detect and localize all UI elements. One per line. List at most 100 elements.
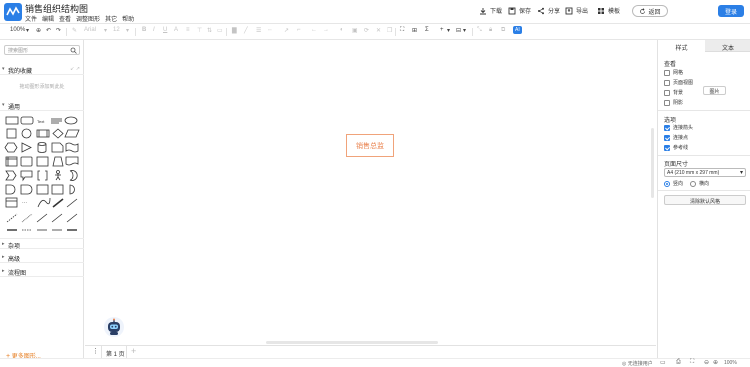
share-button[interactable]: 分享 bbox=[537, 6, 560, 15]
zoom-level[interactable]: 100% bbox=[724, 360, 737, 366]
connector-icon[interactable]: ↗ bbox=[284, 27, 289, 34]
lock-icon[interactable]: 🔒︎ bbox=[489, 27, 492, 34]
formula-button[interactable]: Σ bbox=[425, 27, 429, 33]
shape-hexagon[interactable] bbox=[4, 142, 18, 153]
search-icon[interactable] bbox=[70, 47, 77, 54]
zoom-select[interactable]: 100% bbox=[10, 27, 25, 33]
flowchart-section-header[interactable]: ▸ 流程图 bbox=[0, 266, 84, 277]
duplicate-icon[interactable]: ❐ bbox=[387, 27, 392, 34]
zoom-out-icon[interactable]: ⊖ bbox=[704, 359, 709, 366]
shape-search-input[interactable]: 搜索图形 bbox=[4, 45, 80, 55]
shape-rounded-rectangle[interactable] bbox=[20, 116, 34, 125]
text-position-icon[interactable]: ⊤ bbox=[197, 27, 202, 34]
menu-help[interactable]: 帮助 bbox=[122, 14, 134, 23]
line-width-icon[interactable]: ☰ bbox=[256, 27, 261, 34]
download-button[interactable]: 下载 bbox=[479, 6, 502, 15]
shadow-checkbox[interactable]: 阴影 bbox=[664, 99, 683, 106]
line-end-icon[interactable]: → bbox=[323, 27, 329, 33]
shape-crescent[interactable] bbox=[69, 170, 78, 181]
shape-actor[interactable] bbox=[55, 170, 61, 181]
radio-portrait[interactable] bbox=[664, 180, 670, 187]
shape-circle[interactable] bbox=[21, 128, 32, 139]
shape-ellipse[interactable] bbox=[64, 116, 78, 125]
misc-section-header[interactable]: ▸ 杂项 bbox=[0, 238, 84, 250]
table-dropdown-icon[interactable]: ▾ bbox=[463, 27, 466, 34]
line-color-icon[interactable]: ╱ bbox=[244, 27, 248, 34]
shadow-icon[interactable]: ▣ bbox=[352, 27, 358, 34]
zoom-dropdown-icon[interactable]: ▾ bbox=[26, 27, 29, 34]
menu-other[interactable]: 其它 bbox=[105, 14, 117, 23]
diagram-node[interactable]: 销售总监 bbox=[346, 134, 394, 157]
shape-trapezoid[interactable] bbox=[52, 156, 64, 167]
shape-square[interactable] bbox=[6, 128, 17, 139]
shape-callout[interactable] bbox=[20, 170, 33, 182]
shape-dotted-line[interactable] bbox=[21, 213, 33, 223]
general-section-header[interactable]: ▾ 通用 bbox=[0, 100, 84, 111]
delete-icon[interactable]: ✕ bbox=[376, 27, 381, 34]
ai-button[interactable]: AI bbox=[513, 26, 522, 34]
menu-arrange[interactable]: 调整图形 bbox=[76, 14, 100, 23]
shape-diamond[interactable] bbox=[52, 128, 64, 139]
undo-icon[interactable]: ↶ bbox=[46, 27, 51, 34]
collapse-icon[interactable]: ⤡ bbox=[477, 27, 482, 34]
page-menu-icon[interactable]: ⋮ bbox=[92, 347, 99, 355]
menu-file[interactable]: 文件 bbox=[25, 14, 37, 23]
opacity-icon[interactable]: ◐ bbox=[340, 27, 344, 33]
shape-double-arrow[interactable] bbox=[52, 198, 64, 208]
shape-document-stack[interactable] bbox=[36, 156, 49, 167]
shape-tape[interactable] bbox=[65, 142, 79, 153]
shape-text[interactable]: Text bbox=[37, 119, 45, 124]
insert-dropdown-icon[interactable]: ▾ bbox=[447, 27, 450, 34]
page-tab[interactable]: 第 1 页 ▾ bbox=[101, 346, 127, 364]
shape-line[interactable] bbox=[36, 213, 48, 223]
shape-triangle[interactable] bbox=[21, 142, 32, 153]
shape-directional-arrow[interactable] bbox=[66, 213, 78, 223]
print-icon[interactable]: ⎙ bbox=[676, 359, 681, 366]
layout-icon[interactable]: ⊞ bbox=[412, 27, 417, 34]
shape-arrow-line[interactable] bbox=[66, 198, 78, 208]
text-bg-icon[interactable]: ▭ bbox=[217, 27, 223, 34]
shape-parallelogram[interactable] bbox=[64, 129, 80, 138]
underline-icon[interactable]: U bbox=[163, 27, 167, 33]
shape-delay[interactable] bbox=[20, 184, 33, 195]
line-style-icon[interactable]: ┄ bbox=[268, 27, 272, 34]
shape-bidirectional-arrow[interactable] bbox=[51, 213, 63, 223]
reset-default-style-button[interactable]: 清除默认风格 bbox=[664, 195, 746, 205]
font-select[interactable]: Arial bbox=[84, 27, 96, 33]
template-button[interactable]: 模板 bbox=[597, 6, 620, 15]
font-dropdown-icon[interactable]: ▾ bbox=[104, 27, 107, 34]
tab-style[interactable]: 样式 bbox=[658, 40, 705, 52]
font-size-select[interactable]: 12 bbox=[113, 27, 120, 33]
text-direction-icon[interactable]: ⇅ bbox=[207, 27, 212, 34]
shape-cylinder[interactable] bbox=[37, 142, 47, 153]
favorites-tools-icon[interactable]: ↙ ↗ bbox=[70, 66, 80, 72]
outline-icon[interactable]: ▭ bbox=[660, 359, 666, 366]
favorites-section-header[interactable]: ▾ 我的收藏 ↙ ↗ bbox=[0, 64, 84, 75]
bold-icon[interactable]: B bbox=[142, 27, 146, 33]
shape-textbox[interactable] bbox=[51, 118, 62, 124]
menu-view[interactable]: 查看 bbox=[59, 14, 71, 23]
align-icon[interactable]: ≡ bbox=[186, 27, 190, 33]
assistant-robot-icon[interactable] bbox=[104, 317, 124, 337]
zoom-in-status-icon[interactable]: ⊕ bbox=[713, 359, 718, 366]
shape-curve[interactable] bbox=[37, 197, 51, 208]
shape-rectangle[interactable] bbox=[5, 116, 19, 125]
shape-table[interactable] bbox=[5, 197, 18, 208]
export-button[interactable]: 导出 bbox=[565, 6, 588, 15]
background-checkbox[interactable]: 背景 bbox=[664, 89, 683, 96]
menu-edit[interactable]: 编辑 bbox=[42, 14, 54, 23]
advanced-section-header[interactable]: ▸ 高级 bbox=[0, 252, 84, 263]
rotate-icon[interactable]: ⟳ bbox=[364, 27, 369, 34]
font-color-icon[interactable]: A bbox=[174, 27, 178, 33]
shape-dashed-line[interactable] bbox=[6, 213, 18, 223]
tab-text[interactable]: 文本 bbox=[705, 40, 750, 52]
page-view-checkbox[interactable]: 页面视图 bbox=[664, 79, 693, 86]
font-size-dropdown-icon[interactable]: ▾ bbox=[126, 27, 129, 34]
shape-document[interactable] bbox=[65, 156, 79, 166]
format-painter-icon[interactable]: ✎ bbox=[72, 27, 77, 34]
table-icon[interactable]: ⊟ bbox=[456, 27, 461, 34]
back-button[interactable]: 返回 bbox=[632, 5, 668, 17]
horizontal-scrollbar[interactable] bbox=[266, 341, 438, 344]
fullscreen-icon[interactable]: ⛶ bbox=[690, 359, 694, 366]
add-page-icon[interactable]: + bbox=[131, 346, 136, 356]
